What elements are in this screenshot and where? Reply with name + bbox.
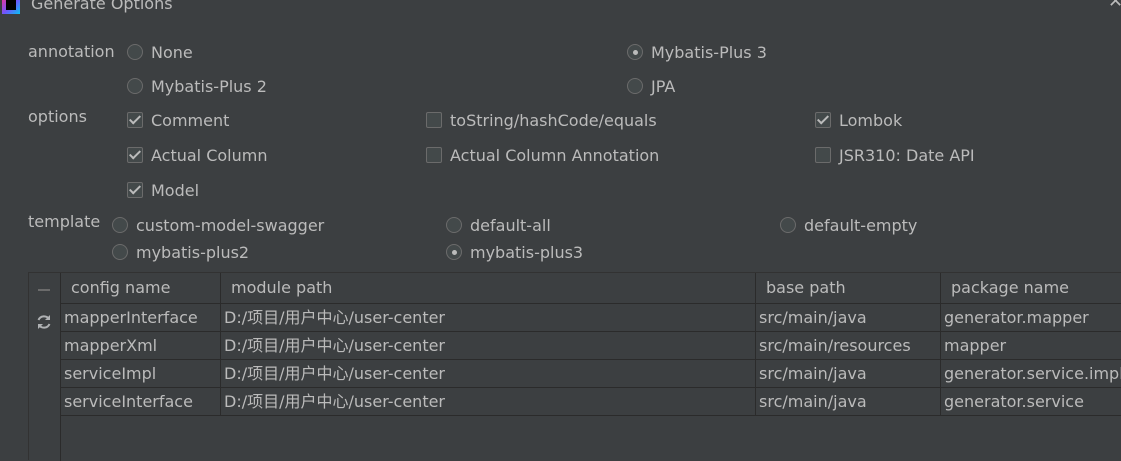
radio-button[interactable] (627, 44, 643, 60)
radio-button[interactable] (627, 78, 643, 94)
annotation-label: annotation (28, 42, 115, 61)
refresh-icon[interactable] (35, 313, 53, 331)
config-table: config name module path base path packag… (28, 272, 1121, 461)
checkbox-label: Actual Column Annotation (450, 145, 660, 165)
cell-config-name[interactable]: serviceImpl (61, 360, 221, 387)
checkbox[interactable] (815, 112, 831, 128)
column-header-package-name[interactable]: package name (941, 273, 1121, 303)
cell-base-path[interactable]: src/main/java (756, 360, 941, 387)
intellij-icon (2, 0, 20, 14)
radio-button[interactable] (780, 217, 796, 233)
radio-template-custom-model-swagger[interactable]: custom-model-swagger (112, 215, 324, 235)
radio-annotation-none[interactable]: None (127, 42, 193, 62)
checkbox-label: Comment (151, 110, 230, 130)
table-row[interactable]: mapperXml D:/项目/用户中心/user-center src/mai… (61, 332, 1121, 360)
table-row[interactable]: mapperInterface D:/项目/用户中心/user-center s… (61, 304, 1121, 332)
radio-label: None (151, 42, 193, 62)
window-title: Generate Options (31, 0, 173, 13)
checkbox-label: Model (151, 180, 200, 200)
cell-module-path[interactable]: D:/项目/用户中心/user-center (221, 360, 756, 387)
cell-base-path[interactable]: src/main/java (756, 304, 941, 331)
checkbox-comment[interactable]: Comment (127, 110, 229, 130)
column-header-module-path[interactable]: module path (221, 273, 756, 303)
table-header: config name module path base path packag… (61, 273, 1121, 304)
table-grid: config name module path base path packag… (61, 273, 1121, 416)
close-icon[interactable]: ✕ (1108, 0, 1121, 11)
minus-icon[interactable] (38, 289, 50, 291)
checkbox[interactable] (127, 147, 143, 163)
cell-config-name[interactable]: mapperInterface (61, 304, 221, 331)
table-row[interactable]: serviceInterface D:/项目/用户中心/user-center … (61, 388, 1121, 416)
checkbox-label: Lombok (839, 110, 903, 130)
checkbox-label: toString/hashCode/equals (450, 110, 657, 130)
cell-module-path[interactable]: D:/项目/用户中心/user-center (221, 388, 756, 415)
cell-config-name[interactable]: mapperXml (61, 332, 221, 359)
radio-label: Mybatis-Plus 3 (651, 42, 767, 62)
radio-annotation-mybatis-plus-2[interactable]: Mybatis-Plus 2 (127, 76, 267, 96)
checkbox-label: Actual Column (151, 145, 268, 165)
cell-base-path[interactable]: src/main/resources (756, 332, 941, 359)
radio-template-default-all[interactable]: default-all (446, 215, 551, 235)
checkbox-actual-column-annotation[interactable]: Actual Column Annotation (426, 145, 659, 165)
column-header-config-name[interactable]: config name (61, 273, 221, 303)
template-label: template (28, 212, 101, 231)
radio-label: JPA (651, 76, 676, 96)
table-toolbar (29, 273, 61, 461)
cell-config-name[interactable]: serviceInterface (61, 388, 221, 415)
table-row[interactable]: serviceImpl D:/项目/用户中心/user-center src/m… (61, 360, 1121, 388)
checkbox[interactable] (426, 147, 442, 163)
options-label: options (28, 107, 87, 126)
cell-package-name[interactable]: generator.service (941, 388, 1121, 415)
title-bar: Generate Options ✕ (0, 0, 1121, 16)
cell-module-path[interactable]: D:/项目/用户中心/user-center (221, 332, 756, 359)
radio-label: Mybatis-Plus 2 (151, 76, 267, 96)
checkbox-label: JSR310: Date API (839, 145, 975, 165)
radio-annotation-mybatis-plus-3[interactable]: Mybatis-Plus 3 (627, 42, 767, 62)
column-header-base-path[interactable]: base path (756, 273, 941, 303)
radio-label: custom-model-swagger (136, 215, 325, 235)
radio-label: mybatis-plus3 (470, 242, 584, 262)
radio-button[interactable] (112, 244, 128, 260)
radio-template-default-empty[interactable]: default-empty (780, 215, 917, 235)
cell-package-name[interactable]: generator.service.impl (941, 360, 1121, 387)
checkbox-jsr310-date-api[interactable]: JSR310: Date API (815, 145, 975, 165)
radio-button[interactable] (127, 44, 143, 60)
cell-package-name[interactable]: generator.mapper (941, 304, 1121, 331)
radio-template-mybatis-plus2[interactable]: mybatis-plus2 (112, 242, 249, 262)
radio-button[interactable] (112, 217, 128, 233)
cell-package-name[interactable]: mapper (941, 332, 1121, 359)
radio-button[interactable] (446, 217, 462, 233)
checkbox-tostring-hashcode-equals[interactable]: toString/hashCode/equals (426, 110, 657, 130)
radio-label: default-empty (804, 215, 918, 235)
radio-label: default-all (470, 215, 551, 235)
cell-base-path[interactable]: src/main/java (756, 388, 941, 415)
checkbox[interactable] (815, 147, 831, 163)
checkbox-lombok[interactable]: Lombok (815, 110, 902, 130)
checkbox-model[interactable]: Model (127, 180, 199, 200)
checkbox[interactable] (127, 112, 143, 128)
radio-template-mybatis-plus3[interactable]: mybatis-plus3 (446, 242, 583, 262)
checkbox[interactable] (426, 112, 442, 128)
radio-button[interactable] (127, 78, 143, 94)
checkbox[interactable] (127, 182, 143, 198)
radio-label: mybatis-plus2 (136, 242, 250, 262)
radio-annotation-jpa[interactable]: JPA (627, 76, 675, 96)
checkbox-actual-column[interactable]: Actual Column (127, 145, 267, 165)
cell-module-path[interactable]: D:/项目/用户中心/user-center (221, 304, 756, 331)
radio-button[interactable] (446, 244, 462, 260)
